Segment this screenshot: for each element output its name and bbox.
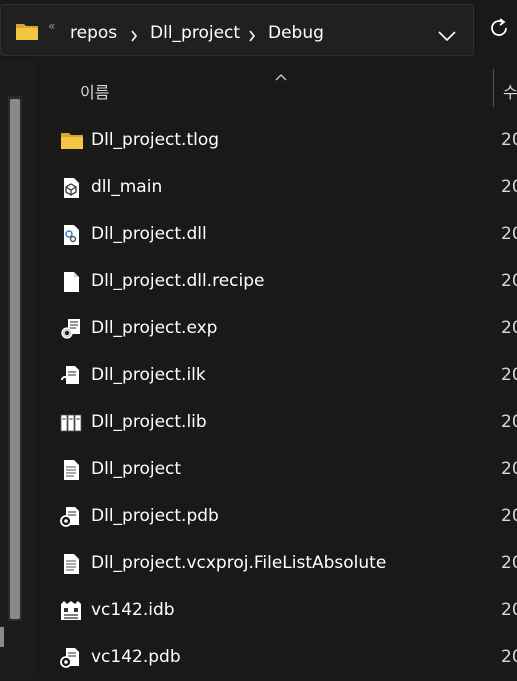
file-name: Dll_project.tlog — [91, 130, 220, 150]
breadcrumb-dll-project[interactable]: Dll_project — [150, 23, 240, 43]
file-name: Dll_project.dll.recipe — [91, 271, 265, 291]
file-name: Dll_project.ilk — [91, 365, 206, 385]
text-file-icon — [60, 459, 82, 481]
overflow-chevrons-icon[interactable]: « — [48, 19, 55, 33]
idb-file-icon — [60, 600, 82, 622]
file-date: 20 — [501, 647, 517, 667]
lib-file-icon — [60, 412, 82, 434]
folder-icon — [60, 130, 83, 152]
pdb-file-icon — [60, 506, 82, 528]
file-row[interactable]: Dll_project.dll 20 — [34, 211, 517, 258]
refresh-icon[interactable] — [487, 16, 511, 44]
column-header-name[interactable]: 이름 — [80, 79, 109, 103]
blank-file-icon — [60, 271, 82, 293]
file-row[interactable]: Dll_project.lib 20 — [34, 399, 517, 446]
dll-file-icon — [60, 224, 82, 246]
pdb-file-icon — [60, 647, 82, 669]
file-name: vc142.pdb — [91, 647, 181, 667]
file-date: 20 — [501, 177, 517, 197]
file-name: Dll_project.lib — [91, 412, 207, 432]
folder-icon — [15, 21, 39, 45]
file-row[interactable]: vc142.idb 20 — [34, 587, 517, 634]
scrollbar-thumb[interactable] — [10, 99, 20, 619]
file-row[interactable]: Dll_project.exp 20 — [34, 305, 517, 352]
file-name: Dll_project.dll — [91, 224, 207, 244]
file-name: dll_main — [91, 177, 163, 197]
file-date: 20 — [501, 365, 517, 385]
file-row[interactable]: Dll_project.tlog 20 — [34, 117, 517, 164]
breadcrumb-repos[interactable]: repos — [70, 23, 117, 43]
file-name: Dll_project.exp — [91, 318, 218, 338]
exp-file-icon — [60, 318, 82, 340]
file-date: 20 — [501, 318, 517, 338]
column-header-date[interactable]: 수 — [503, 79, 517, 103]
file-name: Dll_project.pdb — [91, 506, 219, 526]
file-name: vc142.idb — [91, 600, 175, 620]
file-date: 20 — [501, 271, 517, 291]
scrollbar-fragment — [0, 627, 4, 647]
file-row[interactable]: Dll_project.vcxproj.FileListAbsolute 20 — [34, 540, 517, 587]
file-name: Dll_project.vcxproj.FileListAbsolute — [91, 553, 387, 573]
sort-ascending-icon — [275, 66, 287, 85]
file-row[interactable]: dll_main 20 — [34, 164, 517, 211]
file-date: 20 — [501, 130, 517, 150]
column-divider[interactable] — [493, 69, 494, 107]
file-name: Dll_project — [91, 459, 182, 479]
cube-file-icon — [60, 177, 82, 199]
ilk-file-icon — [60, 365, 82, 387]
file-row[interactable]: Dll_project.ilk 20 — [34, 352, 517, 399]
file-row[interactable]: Dll_project.pdb 20 — [34, 493, 517, 540]
file-date: 20 — [501, 506, 517, 526]
breadcrumb-separator-icon[interactable] — [130, 27, 138, 46]
address-bar[interactable]: « repos Dll_project Debug — [0, 4, 474, 56]
text-file-icon — [60, 553, 82, 575]
breadcrumb-debug[interactable]: Debug — [268, 23, 324, 43]
file-date: 20 — [501, 553, 517, 573]
file-date: 20 — [501, 224, 517, 244]
file-row[interactable]: Dll_project.dll.recipe 20 — [34, 258, 517, 305]
file-date: 20 — [501, 412, 517, 432]
breadcrumb-separator-icon[interactable] — [248, 27, 256, 46]
file-date: 20 — [501, 600, 517, 620]
chevron-down-icon[interactable] — [438, 27, 456, 46]
file-row[interactable]: Dll_project 20 — [34, 446, 517, 493]
file-date: 20 — [501, 459, 517, 479]
file-row[interactable]: vc142.pdb 20 — [34, 634, 517, 681]
